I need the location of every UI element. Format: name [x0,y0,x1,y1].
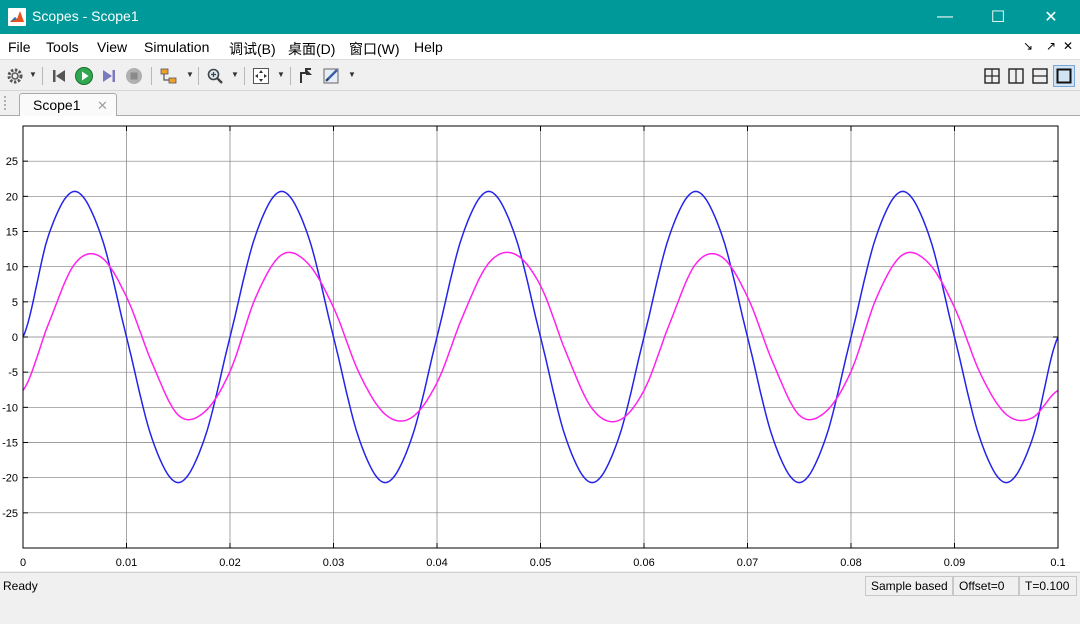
scope-display[interactable]: 0 0.01 0.02 0.03 0.04 0.05 0.06 0.07 0.08 0.09 0.1… [0,116,1080,571]
step-forward-icon[interactable] [98,65,120,87]
time-field: T=0.100 [1019,576,1077,596]
zoom-icon[interactable] [204,65,226,87]
x-tick-label: 0.01 [116,557,137,569]
layout-single-icon[interactable] [1053,65,1075,87]
x-tick-label: 0.02 [219,557,240,569]
fit-dropdown-icon[interactable]: ▼ [277,70,285,79]
stop-icon[interactable] [123,65,145,87]
measurements-dropdown-icon[interactable]: ▼ [348,70,356,79]
y-tick-label: 15 [6,227,18,239]
settings-dropdown-icon[interactable]: ▼ [29,70,37,79]
status-ready: Ready [3,579,38,593]
scope-plot[interactable]: 0 0.01 0.02 0.03 0.04 0.05 0.06 0.07 0.08 0.09 0.1… [0,116,1080,571]
triggers-icon[interactable] [295,65,317,87]
tab-grip[interactable] [4,96,8,110]
highlight-icon[interactable] [157,65,181,87]
sample-mode-field: Sample based [865,576,953,596]
y-tick-label: -20 [2,473,18,485]
x-tick-label: 0.09 [944,557,965,569]
close-figure-icon[interactable]: ✕ [1063,39,1073,53]
tab-label: Scope1 [33,97,81,113]
x-tick-label: 0.06 [633,557,654,569]
window-title: Scopes - Scope1 [32,8,139,24]
measurements-icon[interactable] [320,65,344,87]
y-tick-label: 5 [12,297,18,309]
menu-simulation[interactable]: Simulation [144,39,209,55]
x-tick-label: 0.08 [840,557,861,569]
menu-view[interactable]: View [97,39,127,55]
menu-debug[interactable]: 调试(B) [229,39,276,59]
y-tick-label: 0 [12,332,18,344]
menu-window[interactable]: 窗口(W) [349,39,400,59]
menu-desktop[interactable]: 桌面(D) [288,39,335,59]
step-back-icon[interactable] [48,65,70,87]
matlab-logo-icon [8,8,26,26]
x-tick-label: 0.04 [426,557,447,569]
y-tick-label: 20 [6,191,18,203]
run-icon[interactable] [73,65,95,87]
menu-tools[interactable]: Tools [46,39,79,55]
layout-rows-icon[interactable] [1030,65,1050,87]
toolbar: ▼ ▼ ▼ ▼ ▼ [0,61,1080,91]
highlight-dropdown-icon[interactable]: ▼ [186,70,194,79]
undock-icon[interactable]: ↘ [1023,39,1033,53]
dock-icon[interactable]: ↗ [1046,39,1056,53]
tab-close-icon[interactable]: ✕ [97,98,108,114]
y-tick-label: 10 [6,262,18,274]
layout-2x2-icon[interactable] [982,65,1002,87]
toolbar-separator [244,67,245,85]
zoom-dropdown-icon[interactable]: ▼ [231,70,239,79]
x-tick-label: 0.1 [1050,557,1065,569]
y-tick-label: 25 [6,156,18,168]
layout-columns-icon[interactable] [1006,65,1026,87]
close-button[interactable]: ✕ [1028,0,1074,34]
fit-to-view-icon[interactable] [250,65,272,87]
menu-help[interactable]: Help [414,39,443,55]
toolbar-separator [42,67,43,85]
x-tick-label: 0.07 [737,557,758,569]
tab-scope1[interactable]: Scope1 ✕ [19,93,117,117]
offset-field: Offset=0 [953,576,1019,596]
y-tick-label: -5 [8,367,18,379]
x-tick-label: 0.05 [530,557,551,569]
x-tick-label: 0 [20,557,26,569]
y-tick-label: -25 [2,508,18,520]
gear-icon[interactable] [4,65,26,87]
title-bar: Scopes - Scope1 — ☐ ✕ [0,0,1080,34]
toolbar-separator [290,67,291,85]
x-tick-label: 0.03 [323,557,344,569]
menu-file[interactable]: File [8,39,31,55]
y-tick-label: -10 [2,402,18,414]
minimize-button[interactable]: — [922,0,968,34]
toolbar-separator [151,67,152,85]
toolbar-separator [198,67,199,85]
menu-bar: File Tools View Simulation 调试(B) 桌面(D) 窗… [0,34,1080,60]
status-bar: Ready Sample based Offset=0 T=0.100 [0,572,1080,624]
maximize-button[interactable]: ☐ [975,0,1021,34]
tab-strip: Scope1 ✕ [0,91,1080,117]
y-tick-label: -15 [2,438,18,450]
